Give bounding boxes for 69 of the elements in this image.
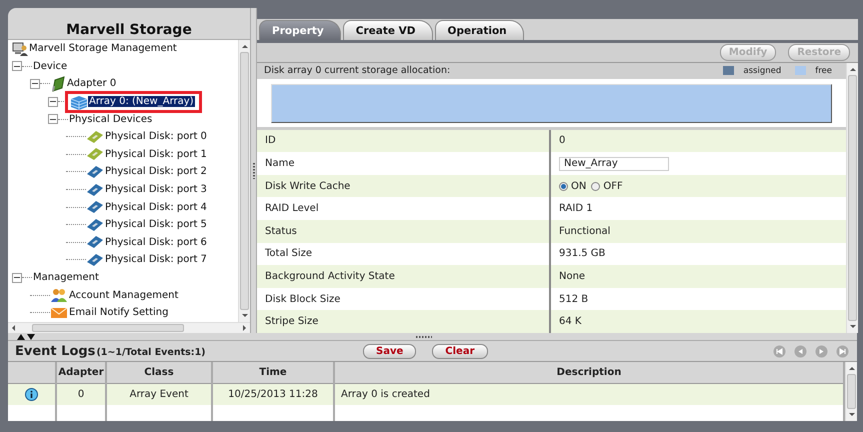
tree-item[interactable]: Adapter 0 [66, 78, 118, 90]
column-header: Description [334, 362, 844, 384]
scrollbar[interactable] [8, 322, 250, 333]
radio-button[interactable] [559, 182, 568, 191]
section-title: Event Logs [15, 344, 96, 358]
collapse-toggle[interactable] [12, 272, 22, 283]
property-value: 64 K [549, 310, 846, 333]
property-value: Functional [549, 220, 846, 243]
tree-item[interactable]: Account Management [68, 290, 180, 301]
property-value: 0 [549, 130, 846, 152]
property-value: None [549, 265, 846, 288]
action-button[interactable]: Save [363, 344, 416, 358]
tree-item[interactable]: Management [32, 272, 100, 284]
property-label: Stripe Size [257, 310, 549, 333]
table-cell: 0 [56, 384, 106, 405]
legend-label: free [815, 66, 832, 76]
property-label: Total Size [264, 247, 314, 262]
property-label: Name [264, 157, 296, 172]
card-icon [50, 76, 66, 92]
radio-label: ON [571, 180, 586, 192]
property-label: Background Activity State [257, 265, 549, 288]
computer-icon [12, 42, 28, 56]
name-field[interactable]: New_Array [559, 156, 669, 171]
tree-item[interactable]: Physical Disk: port 7 [104, 254, 208, 266]
scrollbar[interactable] [846, 63, 858, 333]
tree-item[interactable]: Email Notify Setting [68, 307, 170, 318]
storage-stack-icon [70, 94, 88, 110]
table-cell: Array Event [106, 384, 212, 405]
tree-item[interactable]: Physical Disk: port 4 [104, 202, 208, 213]
splitter-handle-icon[interactable] [252, 162, 254, 178]
tree-item[interactable]: Physical Disk: port 3 [104, 184, 208, 196]
scrollbar[interactable] [845, 362, 857, 421]
radio-label: OFF [603, 180, 623, 192]
action-button[interactable]: Clear [432, 344, 488, 358]
property-label: Disk Write Cache [257, 174, 549, 198]
caption: Disk array 0 current storage allocation: [264, 65, 452, 76]
splitter-handle-icon[interactable] [416, 336, 432, 338]
property-label: Disk Block Size [264, 292, 342, 307]
legend-label: assigned [743, 66, 782, 76]
tree-item[interactable]: Physical Disk: port 0 [104, 131, 208, 142]
table-cell: Array 0 is created [334, 384, 844, 405]
tree-item[interactable]: Physical Disk: port 2 [104, 166, 208, 178]
property-label: ID [257, 130, 549, 152]
collapse-toggle[interactable] [48, 96, 58, 107]
tree-item[interactable]: Physical Devices [68, 114, 154, 125]
scrollbar[interactable] [238, 40, 250, 322]
users-icon [50, 288, 68, 302]
collapse-toggle[interactable] [48, 114, 58, 124]
tab[interactable]: Property [259, 20, 341, 40]
tree-item[interactable]: Array 0: (New_Array) [88, 96, 195, 108]
column-header: Adapter [56, 362, 106, 384]
property-label: Status [257, 220, 549, 243]
collapse-toggle[interactable] [12, 61, 22, 72]
table-cell: 10/25/2013 11:28 [212, 384, 334, 405]
tree-item[interactable]: Physical Disk: port 1 [104, 148, 208, 160]
property-label: RAID Level [264, 202, 320, 216]
column-header: Time [212, 362, 334, 384]
tab[interactable]: Create VD [342, 20, 433, 40]
info-icon [25, 388, 38, 401]
envelope-icon [50, 306, 68, 320]
column-header: Class [106, 362, 212, 384]
tab[interactable]: Operation [434, 20, 524, 40]
collapse-toggle[interactable] [30, 78, 40, 89]
tree-item[interactable]: Physical Disk: port 5 [104, 219, 208, 230]
tree-item[interactable]: Device [32, 60, 68, 72]
tree-item[interactable]: Marvell Storage Management [28, 43, 178, 54]
event-count: (1~1/Total Events:1) [96, 346, 206, 358]
tree-item[interactable]: Physical Disk: port 6 [104, 236, 208, 248]
radio-button[interactable] [591, 182, 600, 191]
